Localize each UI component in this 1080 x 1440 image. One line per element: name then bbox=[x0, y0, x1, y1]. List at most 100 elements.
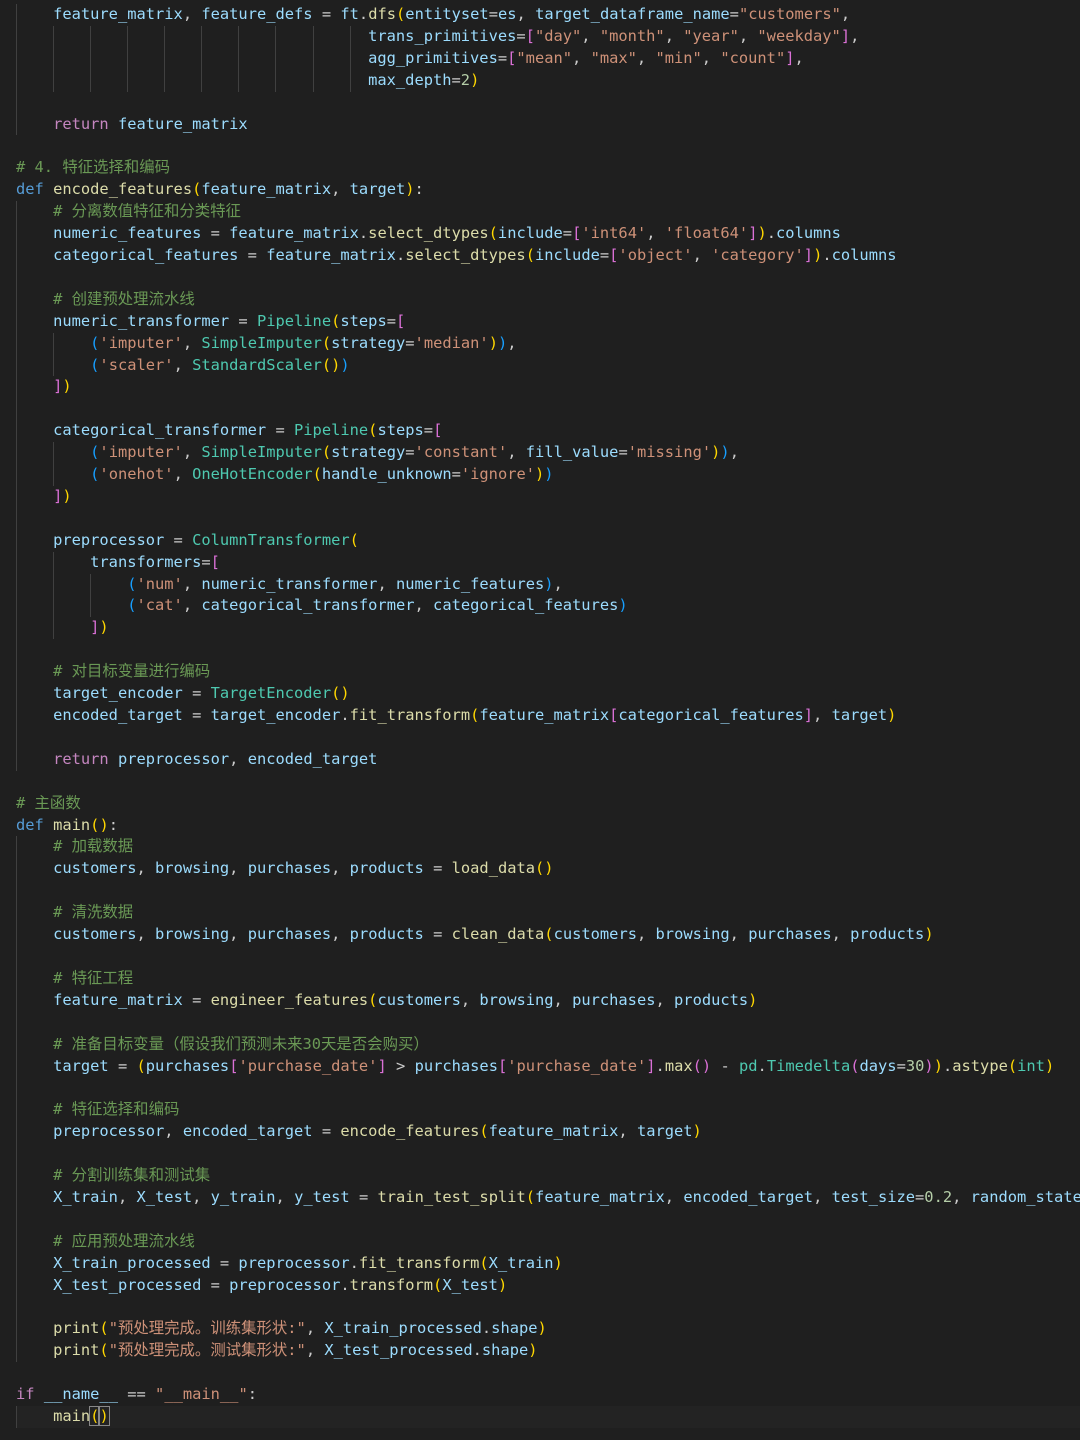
code-text: # 特征工程 bbox=[16, 969, 133, 987]
code-line[interactable] bbox=[16, 726, 1080, 749]
code-token: ( bbox=[99, 1319, 109, 1338]
code-token: , bbox=[664, 1187, 684, 1206]
code-line[interactable]: ('cat', categorical_transformer, categor… bbox=[16, 595, 1080, 618]
code-line[interactable]: ('imputer', SimpleImputer(strategy='cons… bbox=[16, 442, 1080, 465]
code-line[interactable]: customers, browsing, purchases, products… bbox=[16, 858, 1080, 881]
code-line[interactable] bbox=[16, 1296, 1080, 1319]
code-token: ) bbox=[497, 1275, 508, 1294]
code-line[interactable]: numeric_transformer = Pipeline(steps=[ bbox=[16, 310, 1080, 333]
code-editor[interactable]: feature_matrix, feature_defs = ft.dfs(en… bbox=[0, 0, 1080, 1440]
code-token: , bbox=[460, 990, 480, 1009]
code-token: feature_matrix bbox=[479, 706, 610, 724]
code-line[interactable]: # 特征工程 bbox=[16, 967, 1080, 990]
code-line[interactable] bbox=[16, 639, 1080, 662]
code-token: , bbox=[182, 443, 202, 462]
code-token: 'ignore' bbox=[460, 465, 536, 484]
code-line[interactable]: categorical_transformer = Pipeline(steps… bbox=[16, 420, 1080, 443]
code-line[interactable]: ('num', numeric_transformer, numeric_fea… bbox=[16, 573, 1080, 596]
code-token: X_test_processed bbox=[324, 1341, 473, 1360]
code-line[interactable]: # 加载数据 bbox=[16, 836, 1080, 859]
code-line[interactable]: main() bbox=[16, 1406, 1080, 1428]
code-line[interactable]: print("预处理完成。训练集形状:", X_train_processed.… bbox=[16, 1318, 1080, 1341]
code-line[interactable]: encoded_target = target_encoder.fit_tran… bbox=[16, 705, 1080, 727]
code-token: , bbox=[646, 224, 665, 243]
code-line[interactable] bbox=[16, 1077, 1080, 1100]
code-line[interactable]: target_encoder = TargetEncoder() bbox=[16, 683, 1080, 705]
code-line[interactable]: X_test_processed = preprocessor.transfor… bbox=[16, 1274, 1080, 1297]
code-line[interactable] bbox=[16, 1143, 1080, 1166]
code-line[interactable]: # 对目标变量进行编码 bbox=[16, 661, 1080, 684]
code-line[interactable]: return feature_matrix bbox=[16, 113, 1080, 136]
code-line[interactable]: ]) bbox=[16, 617, 1080, 640]
code-line[interactable] bbox=[16, 1208, 1080, 1231]
code-token: columns bbox=[831, 245, 897, 264]
code-line[interactable] bbox=[16, 945, 1080, 968]
code-token: preprocessor bbox=[117, 749, 230, 768]
code-line[interactable]: # 应用预处理流水线 bbox=[16, 1230, 1080, 1253]
code-token: ) bbox=[62, 377, 72, 396]
code-line[interactable] bbox=[16, 507, 1080, 530]
code-line[interactable]: # 4. 特征选择和编码 bbox=[16, 157, 1080, 179]
code-line[interactable]: max_depth=2) bbox=[16, 69, 1080, 92]
code-line[interactable]: # 准备目标变量（假设我们预测未来30天是否会购买） bbox=[16, 1033, 1080, 1056]
code-line[interactable]: # 分离数值特征和分类特征 bbox=[16, 201, 1080, 224]
code-token: include bbox=[497, 224, 563, 243]
code-line[interactable]: # 清洗数据 bbox=[16, 902, 1080, 925]
code-line[interactable]: # 分割训练集和测试集 bbox=[16, 1165, 1080, 1187]
code-line[interactable]: if __name__ == "__main__": bbox=[16, 1384, 1080, 1406]
code-line[interactable]: X_train_processed = preprocessor.fit_tra… bbox=[16, 1252, 1080, 1275]
code-line[interactable]: # 创建预处理流水线 bbox=[16, 288, 1080, 311]
code-token: target_dataframe_name bbox=[535, 5, 730, 23]
code-token: ) bbox=[528, 1341, 538, 1360]
code-token: shape bbox=[481, 1341, 529, 1360]
code-line[interactable]: X_train, X_test, y_train, y_test = train… bbox=[16, 1186, 1080, 1209]
code-line[interactable]: preprocessor, encoded_target = encode_fe… bbox=[16, 1121, 1080, 1144]
code-line[interactable]: target = (purchases['purchase_date'] > p… bbox=[16, 1055, 1080, 1078]
code-line[interactable] bbox=[16, 1011, 1080, 1034]
code-line[interactable]: def main(): bbox=[16, 815, 1080, 837]
code-line[interactable]: ('imputer', SimpleImputer(strategy='medi… bbox=[16, 332, 1080, 355]
code-line[interactable] bbox=[16, 135, 1080, 157]
code-line[interactable] bbox=[16, 1362, 1080, 1384]
code-line[interactable]: ]) bbox=[16, 485, 1080, 508]
code-line[interactable]: preprocessor = ColumnTransformer( bbox=[16, 529, 1080, 552]
code-line[interactable] bbox=[16, 91, 1080, 114]
code-line[interactable]: print("预处理完成。测试集形状:", X_test_processed.s… bbox=[16, 1340, 1080, 1363]
code-line[interactable]: # 主函数 bbox=[16, 793, 1080, 815]
code-token: ( bbox=[850, 1056, 860, 1075]
code-token: "month" bbox=[599, 26, 665, 45]
code-token: = bbox=[599, 245, 610, 264]
code-line[interactable]: categorical_features = feature_matrix.se… bbox=[16, 244, 1080, 267]
code-line[interactable] bbox=[16, 880, 1080, 903]
code-token: OneHotEncoder bbox=[192, 465, 313, 484]
code-token: : bbox=[414, 180, 424, 199]
code-line[interactable]: numeric_features = feature_matrix.select… bbox=[16, 223, 1080, 245]
code-line[interactable] bbox=[16, 266, 1080, 289]
code-token: 0.2 bbox=[924, 1187, 953, 1206]
code-line[interactable]: # 特征选择和编码 bbox=[16, 1099, 1080, 1122]
code-line[interactable]: return preprocessor, encoded_target bbox=[16, 748, 1080, 771]
code-line[interactable]: def encode_features(feature_matrix, targ… bbox=[16, 179, 1080, 201]
code-line[interactable]: transformers=[ bbox=[16, 551, 1080, 574]
code-token: 'median' bbox=[414, 333, 489, 352]
code-line[interactable]: feature_matrix, feature_defs = ft.dfs(en… bbox=[16, 4, 1080, 26]
code-line[interactable]: trans_primitives=["day", "month", "year"… bbox=[16, 25, 1080, 48]
code-text: # 清洗数据 bbox=[16, 903, 133, 921]
code-line[interactable]: agg_primitives=["mean", "max", "min", "c… bbox=[16, 47, 1080, 70]
code-token: ( bbox=[396, 5, 406, 23]
code-line[interactable]: ('onehot', OneHotEncoder(handle_unknown=… bbox=[16, 464, 1080, 486]
code-token: = bbox=[182, 684, 211, 703]
code-token: ) bbox=[692, 1122, 702, 1141]
code-line[interactable] bbox=[16, 771, 1080, 793]
code-line[interactable]: customers, browsing, purchases, products… bbox=[16, 924, 1080, 946]
code-token: browsing bbox=[155, 859, 230, 878]
code-line[interactable]: ('scaler', StandardScaler()) bbox=[16, 354, 1080, 377]
code-line[interactable]: ]) bbox=[16, 376, 1080, 399]
code-line[interactable] bbox=[16, 398, 1080, 421]
code-token: ( bbox=[433, 1275, 443, 1294]
code-text: print("预处理完成。测试集形状:", X_test_processed.s… bbox=[16, 1341, 538, 1360]
code-text: ('scaler', StandardScaler()) bbox=[16, 356, 350, 374]
code-line[interactable]: feature_matrix = engineer_features(custo… bbox=[16, 989, 1080, 1012]
